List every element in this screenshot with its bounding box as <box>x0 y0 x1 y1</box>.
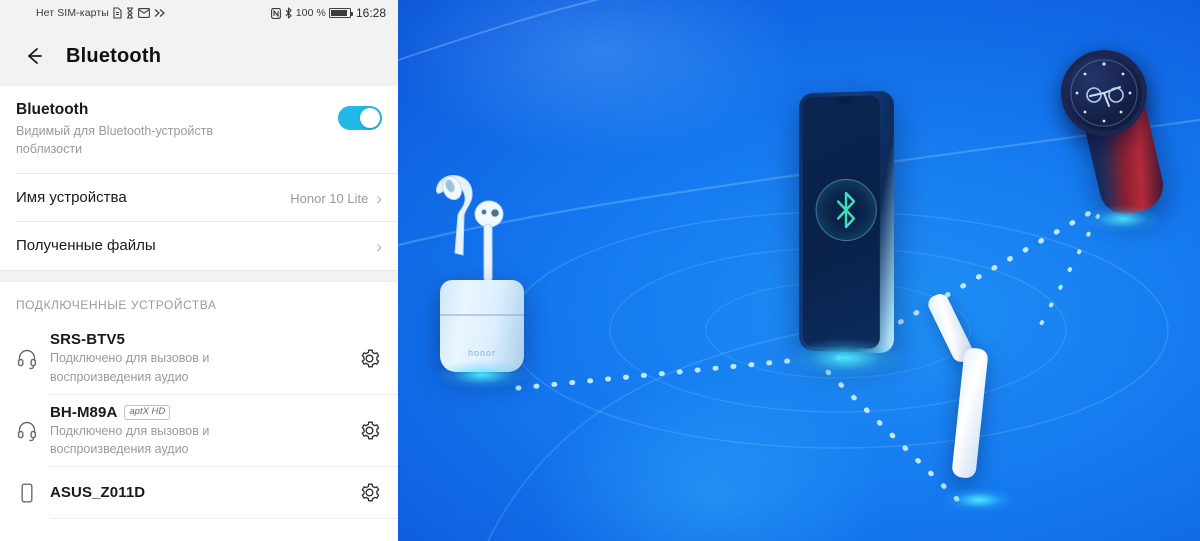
battery-percent-label: 100 % <box>295 7 326 19</box>
device-name-line: ASUS_Z011D <box>50 484 356 501</box>
envelope-icon <box>137 8 150 18</box>
row-divider <box>50 517 398 519</box>
nfc-icon <box>270 7 281 19</box>
device-name-label: Имя устройства <box>16 189 127 207</box>
received-files-label: Полученные файлы <box>16 237 156 255</box>
earbuds-graphic <box>436 175 504 283</box>
promo-bluetooth-headset-device <box>925 288 1020 518</box>
bluetooth-switch[interactable] <box>338 106 382 130</box>
section-divider <box>0 270 398 283</box>
gear-icon[interactable] <box>356 482 382 503</box>
device-name-line: BH-M89A aptX HD <box>50 404 356 421</box>
bluetooth-icon <box>284 7 293 19</box>
device-name: SRS-BTV5 <box>50 331 125 349</box>
device-name-label-wrap: Имя устройства <box>16 188 290 208</box>
headset-icon <box>16 420 50 442</box>
watch-face <box>1061 50 1147 136</box>
received-files-row[interactable]: Полученные файлы › <box>0 222 398 270</box>
device-glow-base <box>1083 205 1163 233</box>
bluetooth-icon <box>815 178 877 242</box>
device-name: ASUS_Z011D <box>50 484 146 502</box>
bluetooth-promo-illustration: honor <box>398 0 1200 541</box>
double-arrow-icon <box>154 8 166 18</box>
device-name: BH-M89A <box>50 403 118 421</box>
chevron-right-icon: › <box>376 236 382 256</box>
paired-device-row[interactable]: BH-M89A aptX HD Подключено для вызовов и… <box>0 395 398 467</box>
wireless-earbuds-device: honor <box>426 172 546 390</box>
status-bar-left: Нет SIM-карты <box>36 7 166 19</box>
bluetooth-toggle-row[interactable]: Bluetooth Видимый для Bluetooth-устройст… <box>0 86 398 175</box>
settings-list: Bluetooth Видимый для Bluetooth-устройст… <box>0 86 398 271</box>
bluetooth-toggle-text: Bluetooth Видимый для Bluetooth-устройст… <box>16 100 338 158</box>
device-status: Подключено для вызовов и воспроизведения… <box>50 351 210 384</box>
device-glow-base <box>434 360 530 390</box>
device-name-row[interactable]: Имя устройства Honor 10 Lite › <box>0 174 398 223</box>
gear-icon[interactable] <box>356 348 382 369</box>
bluetooth-label: Bluetooth <box>16 101 89 118</box>
page-title: Bluetooth <box>66 44 162 67</box>
app-header: Bluetooth <box>0 26 398 86</box>
paired-device-row[interactable]: SRS-BTV5 Подключено для вызовов и воспро… <box>0 322 398 395</box>
headset-icon <box>16 348 50 370</box>
smartphone-icon <box>16 482 50 504</box>
promo-smartwatch-device <box>1053 44 1193 233</box>
headset-body <box>951 347 989 479</box>
clock-label: 16:28 <box>355 6 386 20</box>
device-info: BH-M89A aptX HD Подключено для вызовов и… <box>50 404 356 458</box>
case-brand-label: honor <box>467 348 497 358</box>
received-files-label-wrap: Полученные файлы <box>16 236 376 256</box>
device-glow-base <box>942 488 1016 512</box>
device-name-line: SRS-BTV5 <box>50 331 356 348</box>
device-name-value: Honor 10 Lite <box>290 190 369 206</box>
screenshot-root: Нет SIM-карты 100 % 16:28 Bluetooth Blue… <box>0 0 1200 541</box>
hourglass-icon <box>126 7 134 19</box>
carrier-label: Нет SIM-карты <box>36 7 109 19</box>
phone-body <box>799 90 894 354</box>
device-info: SRS-BTV5 Подключено для вызовов и воспро… <box>50 331 356 385</box>
status-bar: Нет SIM-карты 100 % 16:28 <box>0 0 398 26</box>
watch-dial <box>1070 59 1138 127</box>
promo-smartphone-device <box>787 90 905 378</box>
gear-icon[interactable] <box>356 420 382 441</box>
bluetooth-settings-pane: Нет SIM-карты 100 % 16:28 Bluetooth Blue… <box>0 0 398 541</box>
status-bar-right: 100 % 16:28 <box>270 6 386 20</box>
paired-devices-header: ПОДКЛЮЧЕННЫЕ УСТРОЙСТВА <box>16 298 217 313</box>
earbuds-charging-case: honor <box>440 280 524 372</box>
chevron-right-icon: › <box>376 188 382 208</box>
codec-badge: aptX HD <box>124 404 171 420</box>
device-glow-base <box>787 338 905 378</box>
case-lid-seam <box>440 314 524 316</box>
paired-device-row[interactable]: ASUS_Z011D <box>0 467 398 519</box>
battery-icon <box>328 8 353 18</box>
bluetooth-visibility-description: Видимый для Bluetooth-устройств поблизос… <box>16 124 214 157</box>
sim-card-icon <box>113 7 122 19</box>
device-info: ASUS_Z011D <box>50 484 356 501</box>
back-arrow-icon[interactable] <box>20 43 46 69</box>
switch-knob <box>360 108 380 128</box>
device-status: Подключено для вызовов и воспроизведения… <box>50 423 210 456</box>
